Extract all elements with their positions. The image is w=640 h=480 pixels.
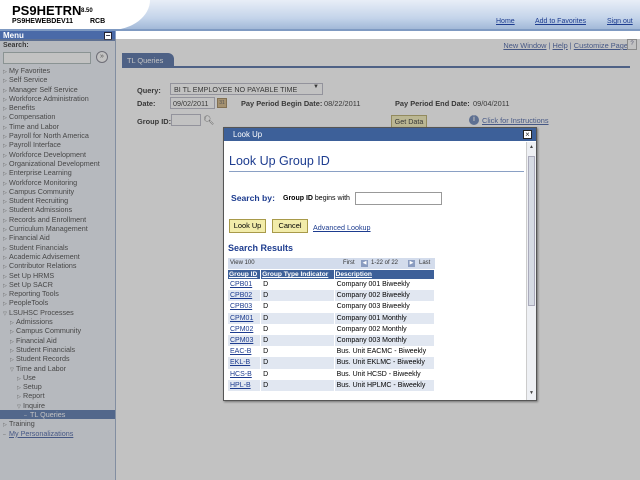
group-id-link[interactable]: HPL-B bbox=[228, 379, 262, 391]
table-row[interactable]: EKL-B D Bus. Unit EKLMC - Biweekly bbox=[228, 357, 436, 369]
description-cell: Company 002 Biweekly bbox=[334, 290, 436, 302]
description-cell: Bus. Unit HPLMC - Biweekly bbox=[334, 379, 436, 391]
column-header[interactable]: Description bbox=[334, 270, 436, 279]
results-body: CPB01 D Company 001 Biweekly CPB02 D Company … bbox=[228, 279, 436, 391]
group-id-link[interactable]: CPM02 bbox=[228, 323, 262, 335]
last-link[interactable]: Last bbox=[419, 260, 430, 266]
look-up-button[interactable]: Look Up bbox=[229, 219, 266, 233]
header-banner bbox=[112, 0, 640, 30]
first-link[interactable]: First bbox=[343, 260, 355, 266]
group-id-link[interactable]: CPB02 bbox=[228, 290, 262, 302]
scrollbar-thumb[interactable] bbox=[528, 156, 535, 306]
scroll-down-icon[interactable]: ▼ bbox=[528, 390, 535, 398]
group-id-search-input[interactable] bbox=[355, 192, 442, 205]
group-id-link[interactable]: CPB01 bbox=[228, 279, 262, 291]
column-header[interactable]: Group ID bbox=[228, 270, 262, 279]
table-row[interactable]: CPB02 D Company 002 Biweekly bbox=[228, 290, 436, 302]
group-type-cell: D bbox=[260, 323, 335, 335]
dialog-heading: Look Up Group ID bbox=[229, 154, 330, 168]
group-type-cell: D bbox=[260, 357, 335, 369]
table-row[interactable]: CPM01 D Company 001 Monthly bbox=[228, 312, 436, 324]
table-row[interactable]: CPB03 D Company 003 Biweekly bbox=[228, 301, 436, 313]
search-by-label: Search by: bbox=[231, 193, 275, 203]
group-id-link[interactable]: CPM03 bbox=[228, 334, 262, 347]
search-results-heading: Search Results bbox=[228, 243, 294, 253]
scroll-up-icon[interactable]: ▲ bbox=[528, 144, 535, 152]
dialog-scrollbar[interactable]: ▲ ▼ bbox=[526, 142, 536, 400]
description-cell: Bus. Unit EKLMC - Biweekly bbox=[334, 357, 436, 369]
column-header[interactable]: Group Type Indicator bbox=[260, 270, 335, 279]
group-type-cell: D bbox=[260, 301, 335, 313]
description-cell: Company 003 Monthly bbox=[334, 334, 436, 347]
table-row[interactable]: CPM02 D Company 002 Monthly bbox=[228, 323, 436, 335]
group-type-cell: D bbox=[260, 346, 335, 358]
dialog-title: Look Up bbox=[233, 130, 263, 139]
search-field-name: Group ID bbox=[283, 195, 313, 202]
group-type-cell: D bbox=[260, 334, 335, 347]
description-cell: Company 003 Biweekly bbox=[334, 301, 436, 313]
results-table: Group ID Group Type Indicator Description … bbox=[228, 270, 436, 391]
app-header: PS9HETRN 8.50 PS9HEWEBDEV11 RCB Home Add… bbox=[0, 0, 640, 31]
app-title: PS9HETRN bbox=[12, 3, 82, 18]
description-cell: Company 001 Monthly bbox=[334, 312, 436, 324]
description-cell: Company 001 Biweekly bbox=[334, 279, 436, 291]
lookup-dialog: Look Up × ▲ ▼ Look Up Group ID Search by… bbox=[223, 127, 537, 401]
table-row[interactable]: CPM03 D Company 003 Monthly bbox=[228, 334, 436, 347]
heading-divider bbox=[229, 171, 524, 172]
database-name: PS9HEWEBDEV11 bbox=[12, 18, 74, 25]
group-type-cell: D bbox=[260, 368, 335, 380]
cancel-button[interactable]: Cancel bbox=[272, 219, 308, 233]
user-id: RCB bbox=[90, 18, 106, 25]
results-range: 1-22 of 22 bbox=[371, 260, 399, 266]
next-page-icon[interactable]: ▶ bbox=[408, 260, 415, 267]
sign-out-link[interactable]: Sign out bbox=[607, 18, 633, 25]
group-id-link[interactable]: EKL-B bbox=[228, 357, 262, 369]
table-row[interactable]: EAC-B D Bus. Unit EACMC - Biweekly bbox=[228, 346, 436, 358]
table-row[interactable]: HPL-B D Bus. Unit HPLMC - Biweekly bbox=[228, 379, 436, 391]
home-link[interactable]: Home bbox=[496, 18, 515, 25]
group-id-link[interactable]: CPM01 bbox=[228, 312, 262, 324]
group-type-cell: D bbox=[260, 379, 335, 391]
description-cell: Bus. Unit HCSD - Biweekly bbox=[334, 368, 436, 380]
view-all-link[interactable]: View 100 bbox=[230, 260, 255, 266]
group-type-cell: D bbox=[260, 279, 335, 291]
search-field-label: Group ID begins with bbox=[283, 195, 350, 202]
group-type-cell: D bbox=[260, 312, 335, 324]
description-cell: Bus. Unit EACMC - Biweekly bbox=[334, 346, 436, 358]
description-cell: Company 002 Monthly bbox=[334, 323, 436, 335]
group-id-link[interactable]: EAC-B bbox=[228, 346, 262, 358]
search-operator: begins with bbox=[314, 195, 350, 202]
results-navigation: View 100 First ◀ 1-22 of 22 ▶ Last bbox=[228, 258, 435, 269]
advanced-lookup-link[interactable]: Advanced Lookup bbox=[313, 223, 371, 232]
group-id-link[interactable]: CPB03 bbox=[228, 301, 262, 313]
add-to-favorites-link[interactable]: Add to Favorites bbox=[535, 18, 586, 25]
group-id-link[interactable]: HCS-B bbox=[228, 368, 262, 380]
app-version: 8.50 bbox=[81, 8, 93, 14]
dialog-titlebar[interactable]: Look Up × bbox=[224, 128, 536, 141]
prev-page-icon[interactable]: ◀ bbox=[361, 260, 368, 267]
table-row[interactable]: CPB01 D Company 001 Biweekly bbox=[228, 279, 436, 291]
results-header-row: Group ID Group Type Indicator Description bbox=[228, 270, 436, 279]
close-icon[interactable]: × bbox=[523, 130, 532, 139]
table-row[interactable]: HCS-B D Bus. Unit HCSD - Biweekly bbox=[228, 368, 436, 380]
group-type-cell: D bbox=[260, 290, 335, 302]
